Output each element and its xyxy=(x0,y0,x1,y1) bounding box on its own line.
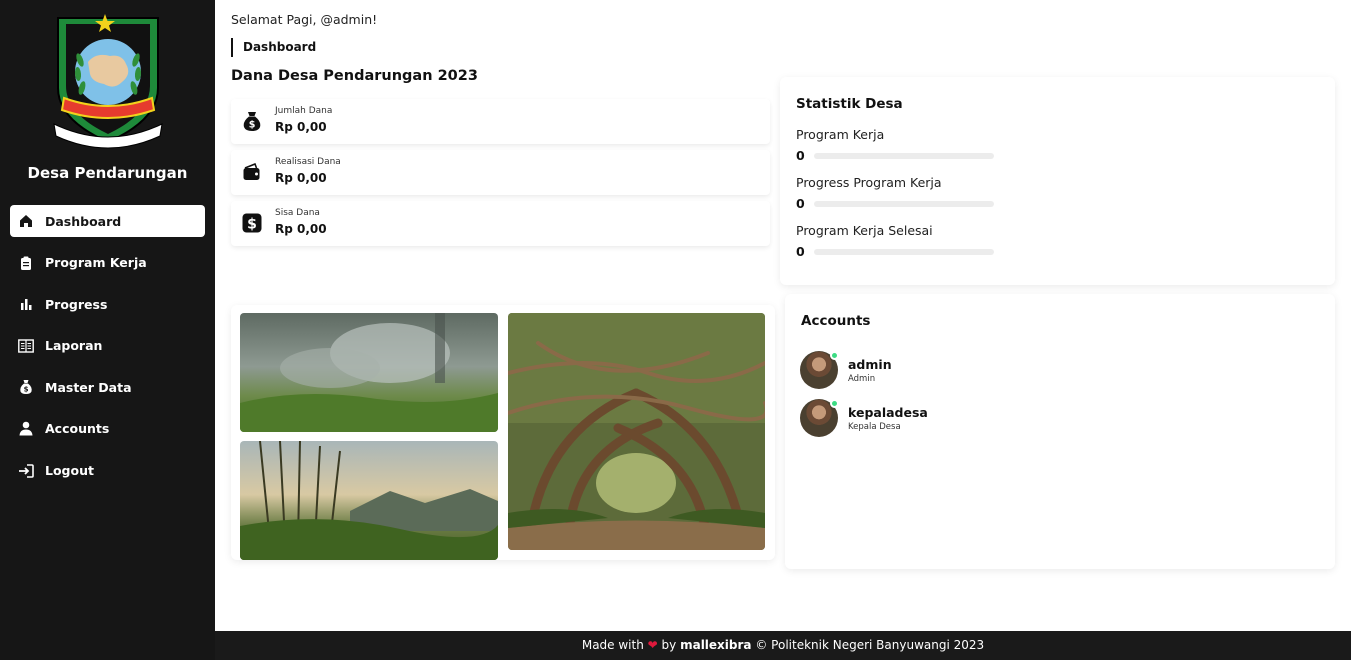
user-icon xyxy=(18,421,34,437)
gallery-photo-tree-tunnel xyxy=(508,313,765,550)
sidebar-item-label: Program Kerja xyxy=(45,255,147,271)
fund-section-title: Dana Desa Pendarungan 2023 xyxy=(231,68,478,84)
fund-value: Rp 0,00 xyxy=(275,171,327,185)
footer: Made with ❤ by mallexibra © Politeknik N… xyxy=(215,631,1351,660)
online-status-dot xyxy=(830,351,839,360)
sidebar-item-label: Dashboard xyxy=(45,213,122,229)
sidebar-item-label: Laporan xyxy=(45,338,103,354)
stats-title: Statistik Desa xyxy=(796,96,903,112)
account-item-admin[interactable]: admin Admin xyxy=(800,351,892,389)
money-bag-icon: $ xyxy=(18,379,34,395)
stat-value: 0 xyxy=(796,148,805,163)
accounts-panel: Accounts admin Admin kepaladesa Kepala D… xyxy=(785,294,1335,569)
stat-row-progress: Progress Program Kerja 0 xyxy=(796,175,1096,211)
photo-gallery xyxy=(231,305,775,560)
fund-label: Realisasi Dana xyxy=(275,157,341,167)
stat-progress-bar xyxy=(814,152,994,159)
stat-row-program-kerja: Program Kerja 0 xyxy=(796,127,1096,163)
fund-card-sisa: $ Sisa Dana Rp 0,00 xyxy=(231,201,770,246)
account-role: Admin xyxy=(848,373,876,384)
logout-icon xyxy=(18,463,34,479)
stat-progress-bar xyxy=(814,248,994,255)
sidebar-item-dashboard[interactable]: Dashboard xyxy=(10,205,205,237)
accounts-title: Accounts xyxy=(801,313,871,329)
sidebar-item-label: Logout xyxy=(45,463,94,479)
footer-copyright: © Politeknik Negeri Banyuwangi 2023 xyxy=(755,638,985,652)
stat-value: 0 xyxy=(796,244,805,259)
svg-text:$: $ xyxy=(24,386,29,394)
sidebar-item-label: Master Data xyxy=(45,379,132,395)
sidebar-item-label: Progress xyxy=(45,296,108,312)
heart-icon: ❤ xyxy=(647,638,658,652)
sidebar-item-accounts[interactable]: Accounts xyxy=(10,413,205,445)
greeting: Selamat Pagi, @admin! xyxy=(231,12,378,27)
footer-by: by xyxy=(661,638,677,652)
sidebar-item-logout[interactable]: Logout xyxy=(10,455,205,487)
banyuwangi-logo xyxy=(53,14,163,149)
fund-card-jumlah: $ Jumlah Dana Rp 0,00 xyxy=(231,99,770,144)
account-role: Kepala Desa xyxy=(848,421,901,432)
bar-chart-icon xyxy=(18,296,34,312)
fund-label: Jumlah Dana xyxy=(275,106,333,116)
stat-label: Program Kerja Selesai xyxy=(796,223,933,238)
fund-card-realisasi: Realisasi Dana Rp 0,00 xyxy=(231,150,770,195)
sidebar-menu: Dashboard Program Kerja Progress Laporan… xyxy=(10,205,205,496)
avatar xyxy=(800,351,839,389)
sidebar-item-laporan[interactable]: Laporan xyxy=(10,330,205,362)
account-name: admin xyxy=(848,356,892,372)
online-status-dot xyxy=(830,399,839,408)
avatar xyxy=(800,399,839,437)
money-bag-icon: $ xyxy=(241,110,263,132)
report-icon xyxy=(18,338,34,354)
footer-author: mallexibra xyxy=(680,638,752,652)
home-icon xyxy=(18,213,34,229)
fund-value: Rp 0,00 xyxy=(275,120,327,134)
stat-label: Progress Program Kerja xyxy=(796,175,942,190)
sidebar-item-progress[interactable]: Progress xyxy=(10,288,205,320)
sidebar: Desa Pendarungan Dashboard Program Kerja… xyxy=(0,0,215,660)
fund-label: Sisa Dana xyxy=(275,208,320,218)
sidebar-item-program-kerja[interactable]: Program Kerja xyxy=(10,247,205,279)
village-name: Desa Pendarungan xyxy=(27,164,188,182)
account-name: kepaladesa xyxy=(848,404,928,420)
stat-row-selesai: Program Kerja Selesai 0 xyxy=(796,223,1096,259)
stat-value: 0 xyxy=(796,196,805,211)
clipboard-icon xyxy=(18,255,34,271)
sidebar-item-label: Accounts xyxy=(45,421,110,437)
breadcrumb: Dashboard xyxy=(231,38,316,57)
fund-value: Rp 0,00 xyxy=(275,222,327,236)
stat-progress-bar xyxy=(814,200,994,207)
wallet-icon xyxy=(241,161,263,183)
account-item-kepaladesa[interactable]: kepaladesa Kepala Desa xyxy=(800,399,928,437)
svg-text:$: $ xyxy=(247,217,257,233)
gallery-photo-bamboo-forest xyxy=(240,441,498,560)
gallery-photo-grassland xyxy=(240,313,498,432)
sidebar-item-master-data[interactable]: $ Master Data xyxy=(10,371,205,403)
stat-label: Program Kerja xyxy=(796,127,885,142)
dollar-icon: $ xyxy=(241,212,263,234)
svg-text:$: $ xyxy=(249,120,256,131)
stats-panel: Statistik Desa Program Kerja 0 Progress … xyxy=(780,77,1335,285)
footer-made-with: Made with xyxy=(581,638,644,652)
